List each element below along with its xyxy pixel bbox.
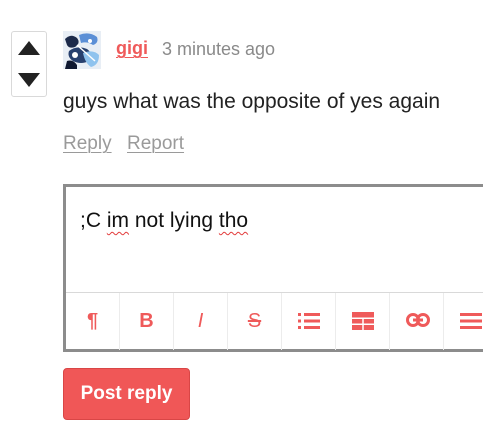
triangle-up-icon	[18, 41, 40, 55]
comment-timestamp: 3 minutes ago	[162, 39, 276, 59]
table-button[interactable]	[336, 293, 390, 350]
comment-thread: gigi 3 minutes ago guys what was the opp…	[0, 0, 483, 430]
bold-icon: B	[139, 310, 154, 332]
misspelled-word: tho	[218, 209, 249, 232]
bulleted-list-icon	[298, 313, 320, 329]
strikethrough-icon: S	[247, 310, 262, 332]
bold-button[interactable]: B	[120, 293, 174, 350]
italic-icon: I	[197, 310, 204, 332]
reply-text-segment: ;C	[80, 209, 107, 232]
upvote-button[interactable]	[12, 32, 46, 64]
bulleted-list-button[interactable]	[282, 293, 336, 350]
comment-author-link[interactable]: gigi	[116, 38, 148, 59]
post-reply-button[interactable]: Post reply	[63, 368, 190, 420]
align-icon	[460, 313, 482, 329]
italic-button[interactable]: I	[174, 293, 228, 350]
link-button[interactable]	[390, 293, 444, 350]
strikethrough-button[interactable]: S	[228, 293, 282, 350]
align-button[interactable]	[444, 293, 483, 350]
downvote-button[interactable]	[12, 64, 46, 96]
paragraph-icon: ¶	[86, 310, 99, 332]
report-link[interactable]: Report	[127, 133, 184, 155]
table-icon	[352, 312, 374, 330]
reply-editor: ;C im not lying tho ¶ B I S	[63, 184, 483, 352]
comment-body: guys what was the opposite of yes again	[63, 90, 441, 113]
reply-link[interactable]: Reply	[63, 133, 112, 155]
editor-toolbar: ¶ B I S	[66, 292, 483, 350]
reply-text-segment: not lying	[129, 209, 219, 232]
vote-control	[11, 31, 47, 97]
avatar[interactable]	[63, 31, 101, 69]
reply-text: ;C im not lying tho	[80, 209, 248, 233]
triangle-down-icon	[18, 73, 40, 87]
reply-text-area[interactable]: ;C im not lying tho	[66, 187, 483, 292]
misspelled-word: im	[106, 209, 130, 232]
link-icon	[406, 313, 430, 327]
paragraph-button[interactable]: ¶	[66, 293, 120, 350]
